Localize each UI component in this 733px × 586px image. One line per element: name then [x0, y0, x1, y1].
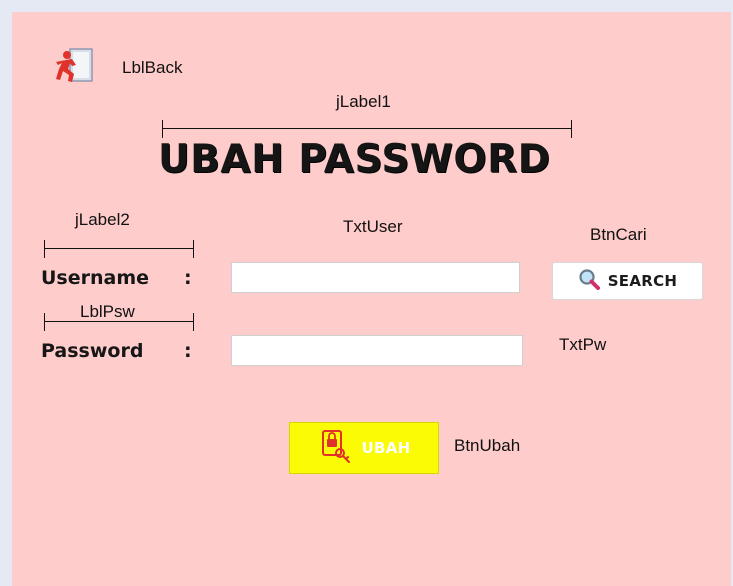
ubah-button[interactable]: UBAH	[289, 422, 439, 474]
password-input[interactable]	[231, 335, 523, 366]
jlabel1-annotation: jLabel1	[336, 92, 391, 111]
lblpsw-annotation: LblPsw	[80, 302, 135, 321]
btnubah-annotation: BtnUbah	[454, 436, 521, 455]
jlabel2-annotation: jLabel2	[75, 210, 130, 229]
search-button-label: SEARCH	[607, 272, 678, 290]
password-label: Password	[41, 340, 144, 362]
btncari-annotation: BtnCari	[590, 225, 647, 244]
page-title: UBAH PASSWORD	[158, 137, 551, 182]
ubah-button-label: UBAH	[361, 439, 411, 457]
txtpw-annotation: TxtPw	[559, 335, 607, 354]
jlabel2-bracket	[44, 240, 194, 258]
back-exit-icon[interactable]	[52, 47, 96, 85]
username-colon: :	[184, 267, 192, 289]
lblback-annotation: LblBack	[122, 58, 183, 77]
lock-key-icon	[318, 429, 352, 468]
search-button[interactable]: SEARCH	[552, 262, 703, 300]
username-label: Username	[41, 267, 150, 289]
password-colon: :	[184, 340, 192, 362]
magnifier-icon	[578, 268, 600, 295]
username-input[interactable]	[231, 262, 520, 293]
lblpsw-bracket	[44, 313, 194, 331]
txtuser-annotation: TxtUser	[343, 217, 403, 236]
jlabel1-bracket	[162, 120, 572, 138]
